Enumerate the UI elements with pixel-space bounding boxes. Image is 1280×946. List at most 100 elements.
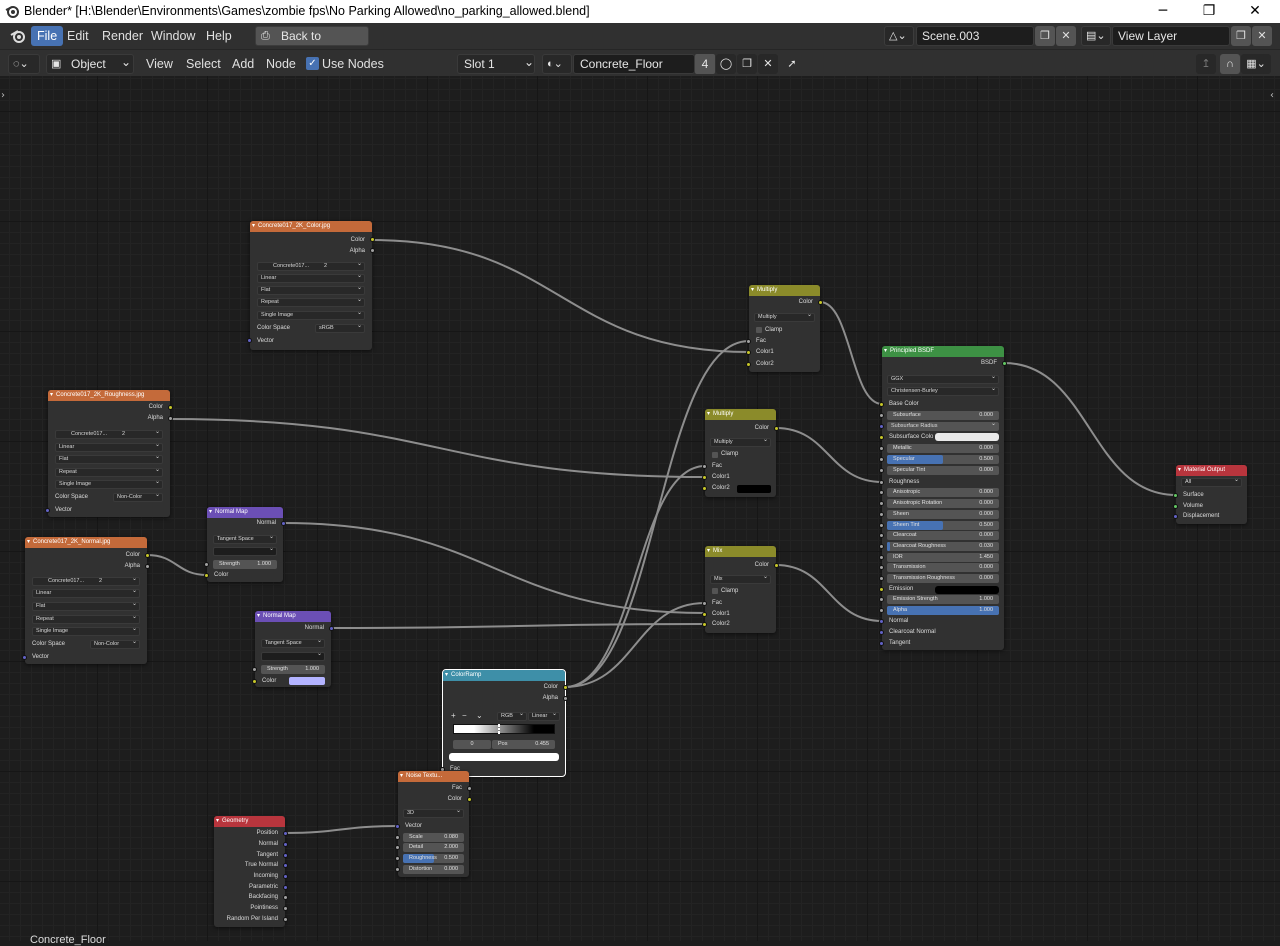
input-vector-socket[interactable]	[247, 338, 252, 343]
metallic-field[interactable]: Metallic 0.000	[887, 444, 999, 453]
material-user-count[interactable]: 4	[695, 54, 715, 74]
scene-selector-button[interactable]: △⌄	[884, 26, 914, 46]
subsurface-color-swatch[interactable]	[935, 433, 999, 441]
editor-type-dropdown[interactable]: ◌⌄	[8, 54, 40, 74]
material-browse-button[interactable]: ◐⌄	[542, 54, 572, 74]
image-texture-normal-node[interactable]: Concrete017_2K_Normal.jpg Color Alpha Co…	[22, 537, 150, 664]
subsurface-method-dropdown[interactable]: Christensen-Burley	[887, 386, 999, 396]
interpolation-dropdown[interactable]: Linear	[55, 442, 163, 452]
noise-texture-node[interactable]: Noise Textu... Fac Color 3D Vector Scale…	[395, 771, 472, 877]
image-texture-roughness-node[interactable]: Concrete017_2K_Roughness.jpg Color Alpha…	[45, 390, 173, 517]
maximize-button[interactable]: ❐	[1186, 0, 1232, 23]
detail-field[interactable]: Detail 2.000	[403, 843, 464, 852]
node-header[interactable]: Concrete017_2K_Color.jpg	[250, 221, 372, 232]
menu-add[interactable]: Add	[232, 54, 254, 74]
sheen-tint-field[interactable]: Sheen Tint 0.500	[887, 521, 999, 530]
duplicate-material-icon[interactable]: ❐	[737, 54, 757, 74]
stop-color-swatch[interactable]	[449, 753, 559, 761]
input-fac-socket[interactable]	[702, 601, 707, 606]
node-header[interactable]: Concrete017_2K_Normal.jpg	[25, 537, 147, 548]
output-color-socket[interactable]	[145, 553, 150, 558]
menu-view[interactable]: View	[146, 54, 173, 74]
source-dropdown[interactable]: Single Image	[55, 479, 163, 489]
anisotropic-rotation-field[interactable]: Anisotropic Rotation 0.000	[887, 499, 999, 508]
menu-file[interactable]: File	[31, 26, 64, 46]
input-color2-socket[interactable]	[746, 362, 751, 367]
output-alpha-socket[interactable]	[370, 248, 375, 253]
menu-help[interactable]: Help	[200, 26, 238, 46]
subsurface-radius-field[interactable]: Subsurface Radius	[887, 421, 999, 431]
duplicate-scene-icon[interactable]: ❐	[1035, 26, 1055, 46]
color-ramp-gradient[interactable]	[453, 724, 555, 734]
input-displacement-socket[interactable]	[1173, 514, 1178, 519]
output-color-socket[interactable]	[774, 426, 779, 431]
output-color-socket[interactable]	[818, 300, 823, 305]
input-color-socket[interactable]	[252, 679, 257, 684]
remove-view-layer-icon[interactable]: ✕	[1252, 26, 1272, 46]
normal-map-node-2[interactable]: Normal Map Normal Tangent Space Strength…	[252, 611, 334, 687]
input-fac-socket[interactable]	[746, 339, 751, 344]
roughness-field[interactable]: Roughness 0.500	[403, 854, 464, 863]
output-color-socket[interactable]	[467, 797, 472, 802]
node-header[interactable]: Multiply	[749, 285, 820, 296]
fake-user-shield-icon[interactable]: ◯	[716, 54, 736, 74]
color-ramp-node[interactable]: ColorRamp Color Alpha + − ⌄ RGB Linear 0…	[440, 669, 568, 777]
output-normal-socket[interactable]	[329, 626, 334, 631]
projection-dropdown[interactable]: Flat	[32, 601, 140, 611]
input-scale-socket[interactable]	[395, 835, 400, 840]
material-output-node[interactable]: Material Output All Surface Volume Displ…	[1173, 465, 1247, 524]
input-base-color-socket[interactable]	[879, 402, 884, 407]
normal-map-node-1[interactable]: Normal Map Normal Tangent Space Strength…	[204, 507, 286, 582]
blend-type-dropdown[interactable]: Multiply	[710, 437, 771, 447]
output-pointiness-socket[interactable]	[283, 906, 288, 911]
input-tangent-socket[interactable]	[879, 641, 884, 646]
distribution-dropdown[interactable]: GGX	[887, 374, 999, 384]
output-normal-socket[interactable]	[283, 842, 288, 847]
output-color-socket[interactable]	[563, 685, 568, 690]
blend-type-dropdown[interactable]: Multiply	[754, 312, 815, 322]
subsurface-field[interactable]: Subsurface 0.000	[887, 411, 999, 420]
view-layer-selector-button[interactable]: ▤⌄	[1081, 26, 1111, 46]
close-window-button[interactable]: ✕	[1232, 0, 1278, 23]
input-sheen-tint-socket[interactable]	[879, 523, 884, 528]
color-mode-dropdown[interactable]: RGB	[497, 711, 527, 721]
input-sheen-socket[interactable]	[879, 512, 884, 517]
input-ior-socket[interactable]	[879, 555, 884, 560]
specular-tint-field[interactable]: Specular Tint 0.000	[887, 466, 999, 475]
node-header[interactable]: Principled BSDF	[882, 346, 1004, 357]
output-color-socket[interactable]	[168, 405, 173, 410]
add-stop-icon[interactable]: +	[451, 711, 456, 721]
input-clearcoat-roughness-socket[interactable]	[879, 544, 884, 549]
blender-menu-icon[interactable]	[10, 28, 26, 44]
node-editor-canvas[interactable]	[0, 76, 1280, 941]
input-color2-socket[interactable]	[702, 622, 707, 627]
scene-name-field[interactable]: Scene.003	[916, 26, 1034, 46]
material-name-field[interactable]: Concrete_Floor	[573, 54, 695, 74]
color-space-dropdown[interactable]: sRGB	[315, 323, 365, 333]
distortion-field[interactable]: Distortion 0.000	[403, 865, 464, 874]
output-fac-socket[interactable]	[467, 786, 472, 791]
output-alpha-socket[interactable]	[563, 696, 568, 701]
clearcoat-roughness-field[interactable]: Clearcoat Roughness 0.030	[887, 542, 999, 551]
emission-strength-field[interactable]: Emission Strength 1.000	[887, 595, 999, 604]
minimize-button[interactable]: ─	[1140, 0, 1186, 23]
interpolation-dropdown[interactable]: Linear	[257, 273, 365, 283]
node-header[interactable]: Mix	[705, 546, 776, 557]
mix-rgb-node[interactable]: Mix Color Mix Clamp Fac Color1 Color2	[702, 546, 779, 633]
strength-field[interactable]: Strength 1.000	[261, 665, 325, 674]
interpolation-dropdown[interactable]: Linear	[32, 588, 140, 598]
output-alpha-socket[interactable]	[145, 564, 150, 569]
color-swatch[interactable]	[289, 677, 325, 685]
output-tangent-socket[interactable]	[283, 853, 288, 858]
input-vector-socket[interactable]	[45, 508, 50, 513]
node-header[interactable]: Multiply	[705, 409, 776, 420]
projection-dropdown[interactable]: Flat	[55, 454, 163, 464]
input-fac-socket[interactable]	[702, 464, 707, 469]
ramp-menu-chevron-icon[interactable]: ⌄	[476, 711, 483, 721]
projection-dropdown[interactable]: Flat	[257, 285, 365, 295]
output-color-socket[interactable]	[774, 563, 779, 568]
input-emission-strength-socket[interactable]	[879, 597, 884, 602]
emission-color-swatch[interactable]	[935, 586, 999, 594]
scale-field[interactable]: Scale 0.080	[403, 833, 464, 842]
object-type-dropdown[interactable]: ▣ Object ⌄	[46, 54, 134, 74]
